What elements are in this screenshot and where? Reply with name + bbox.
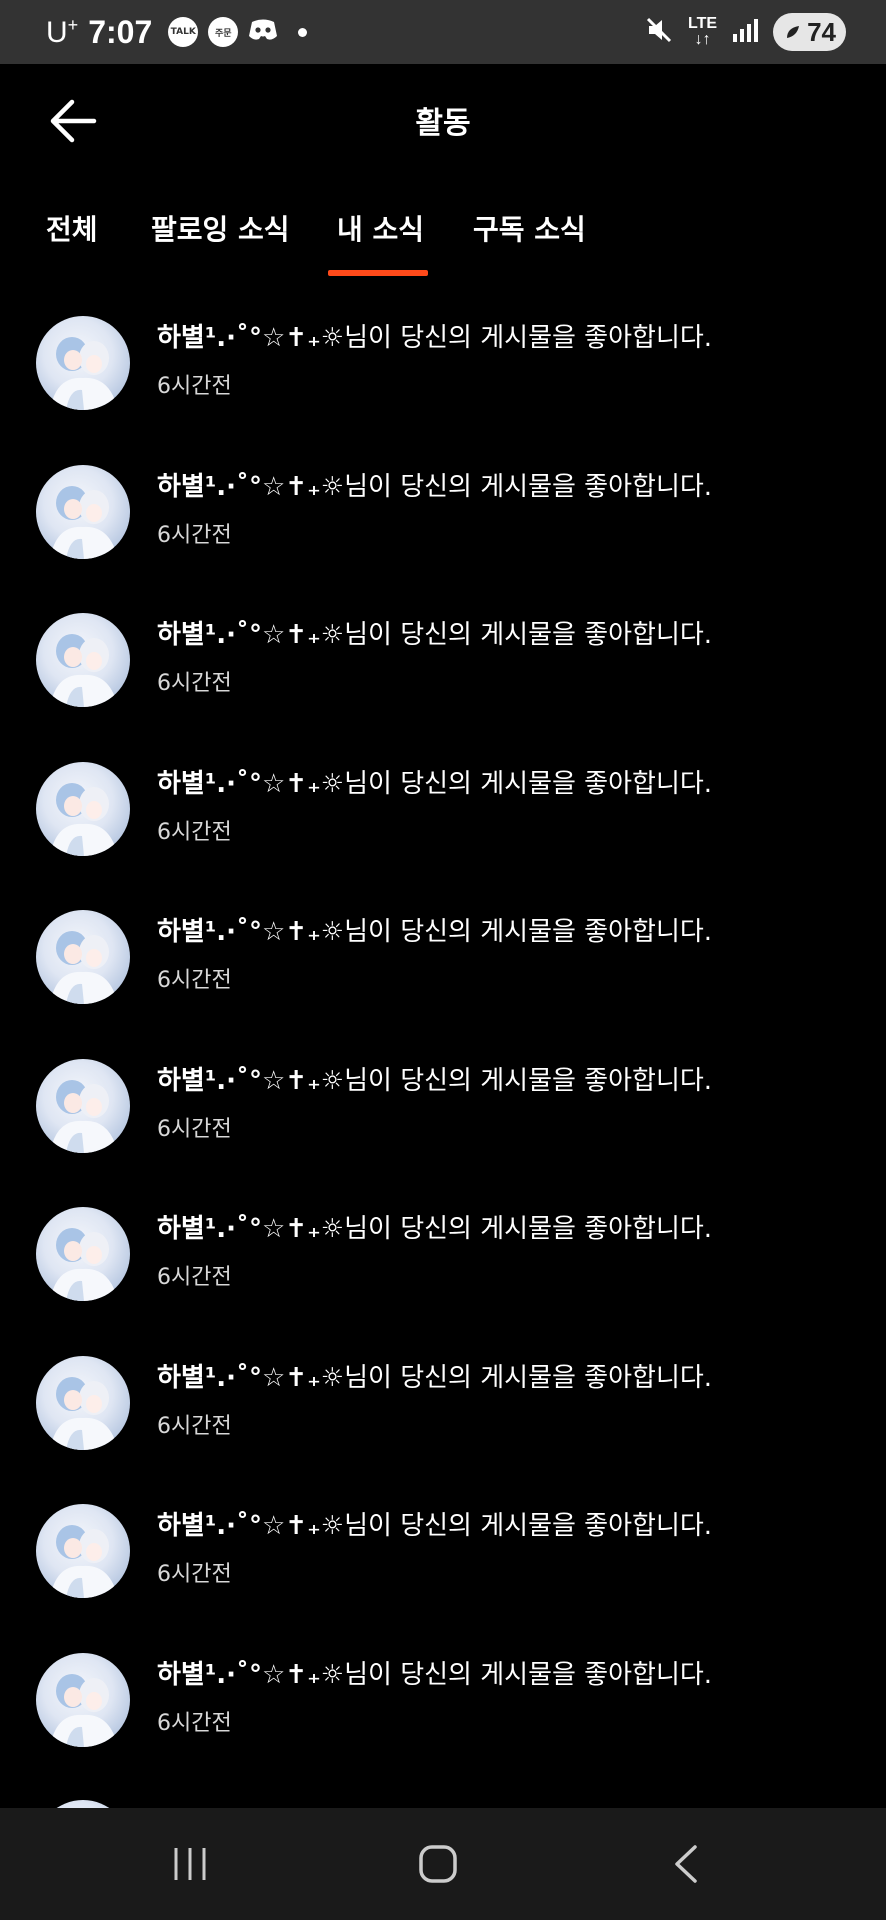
timestamp: 6시간전 xyxy=(157,968,232,993)
tab-my-news[interactable]: 내 소식 xyxy=(337,208,424,248)
timestamp: 6시간전 xyxy=(157,522,232,548)
app-bar: 활동 xyxy=(0,64,886,176)
avatar-image xyxy=(50,1228,118,1301)
system-back-button[interactable] xyxy=(627,1808,747,1920)
notification-text: 하별¹.·˚°☆✝₊☼님이 당신의 게시물을 좋아합니다. xyxy=(157,914,712,950)
list-item[interactable]: 하별¹.·˚°☆✝₊☼님이 당신의 게시물을 좋아합니다. 6시간전 xyxy=(0,290,886,439)
timestamp: 6시간전 xyxy=(157,1116,232,1142)
nickname[interactable]: 하별¹.·˚°☆✝₊☼ xyxy=(157,1066,344,1096)
nickname[interactable]: 하별¹.·˚°☆✝₊☼ xyxy=(157,323,344,353)
notification-text: 하별¹.·˚°☆✝₊☼님이 당신의 게시물을 좋아합니다. xyxy=(157,1657,712,1693)
activity-tabs: 전체 팔로잉 소식 내 소식 구독 소식 xyxy=(0,190,886,280)
chevron-left-icon xyxy=(675,1845,697,1883)
timestamp: 6시간전 xyxy=(157,1413,232,1439)
notification-message: 님이 당신의 게시물을 좋아합니다. xyxy=(344,1065,713,1096)
active-tab-indicator xyxy=(328,270,428,276)
notification-message: 님이 당신의 게시물을 좋아합니다. xyxy=(344,917,713,947)
timestamp: 6시간전 xyxy=(157,1265,232,1290)
notification-text: 하별¹.·˚°☆✝₊☼님이 당신의 게시물을 좋아합니다. xyxy=(157,1063,712,1099)
nickname[interactable]: 하별¹.·˚°☆✝₊☼ xyxy=(157,1214,344,1244)
notification-message: 님이 당신의 게시물을 좋아합니다. xyxy=(344,1659,713,1690)
notification-text: 하별¹.·˚°☆✝₊☼님이 당신의 게시물을 좋아합니다. xyxy=(157,617,712,653)
tab-subscription-news[interactable]: 구독 소식 xyxy=(473,208,586,248)
system-nav-bar xyxy=(0,1808,886,1920)
list-item[interactable]: 하별¹.·˚°☆✝₊☼님이 당신의 게시물을 좋아합니다. 6시간전 xyxy=(0,1181,886,1330)
avatar[interactable] xyxy=(36,1504,130,1598)
more-notifications-dot xyxy=(298,27,308,37)
notification-message: 님이 당신의 게시물을 좋아합니다. xyxy=(344,768,713,799)
notification-list: 하별¹.·˚°☆✝₊☼님이 당신의 게시물을 좋아합니다. 6시간전 하별¹.·˚°… xyxy=(0,290,886,1775)
avatar[interactable] xyxy=(36,910,130,1004)
avatar-image xyxy=(50,485,118,559)
avatar-image xyxy=(50,1525,118,1598)
avatar[interactable] xyxy=(36,1355,130,1450)
timestamp: 6시간전 xyxy=(157,1562,232,1587)
discord-icon xyxy=(248,18,278,46)
avatar[interactable] xyxy=(36,464,130,559)
page-title: 활동 xyxy=(415,106,471,141)
notification-text: 하별¹.·˚°☆✝₊☼님이 당신의 게시물을 좋아합니다. xyxy=(157,1360,712,1396)
avatar-image xyxy=(50,931,118,1004)
list-item[interactable]: 하별¹.·˚°☆✝₊☼님이 당신의 게시물을 좋아합니다. 6시간전 xyxy=(0,884,886,1033)
nickname[interactable]: 하별¹.·˚°☆✝₊☼ xyxy=(157,1511,344,1541)
mute-icon xyxy=(644,15,674,49)
status-time: 7:07 xyxy=(88,13,153,50)
list-item[interactable]: 하별¹.·˚°☆✝₊☼님이 당신의 게시물을 좋아합니다. 6시간전 xyxy=(0,736,886,885)
status-bar: U+ 7:07 TALK 주문 LTE ↓↑ 74 xyxy=(0,0,886,64)
list-item[interactable]: 하별¹.·˚°☆✝₊☼님이 당신의 게시물을 좋아합니다. 6시간전 xyxy=(0,1627,886,1776)
timestamp: 6시간전 xyxy=(157,819,232,845)
signal-icon xyxy=(731,16,759,48)
tab-following-news[interactable]: 팔로잉 소식 xyxy=(151,208,290,248)
nickname[interactable]: 하별¹.·˚°☆✝₊☼ xyxy=(157,769,344,799)
notification-text: 하별¹.·˚°☆✝₊☼님이 당신의 게시물을 좋아합니다. xyxy=(157,766,712,802)
timestamp: 6시간전 xyxy=(157,671,232,696)
list-item[interactable]: 하별¹.·˚°☆✝₊☼님이 당신의 게시물을 좋아합니다. 6시간전 xyxy=(0,439,886,588)
notification-text: 하별¹.·˚°☆✝₊☼님이 당신의 게시물을 좋아합니다. xyxy=(157,469,712,505)
home-icon xyxy=(419,1845,457,1883)
avatar-image xyxy=(50,1376,118,1450)
list-item[interactable]: 하별¹.·˚°☆✝₊☼님이 당신의 게시물을 좋아합니다. 6시간전 xyxy=(0,1033,886,1182)
avatar-image xyxy=(50,782,118,856)
notification-text: 하별¹.·˚°☆✝₊☼님이 당신의 게시물을 좋아합니다. xyxy=(157,320,712,356)
battery-indicator: 74 xyxy=(773,13,846,51)
avatar[interactable] xyxy=(36,1058,130,1153)
avatar-image xyxy=(50,634,118,707)
avatar-image xyxy=(50,1673,118,1747)
notification-message: 님이 당신의 게시물을 좋아합니다. xyxy=(344,1511,713,1541)
tab-all[interactable]: 전체 xyxy=(46,208,98,248)
carrier-label: U+ xyxy=(46,14,79,49)
nickname[interactable]: 하별¹.·˚°☆✝₊☼ xyxy=(157,917,344,947)
nickname[interactable]: 하별¹.·˚°☆✝₊☼ xyxy=(157,472,344,502)
notification-message: 님이 당신의 게시물을 좋아합니다. xyxy=(344,1214,713,1244)
notification-message: 님이 당신의 게시물을 좋아합니다. xyxy=(344,471,713,502)
timestamp: 6시간전 xyxy=(157,374,232,399)
notification-message: 님이 당신의 게시물을 좋아합니다. xyxy=(344,323,713,353)
home-button[interactable] xyxy=(378,1808,498,1920)
notification-text: 하별¹.·˚°☆✝₊☼님이 당신의 게시물을 좋아합니다. xyxy=(157,1211,712,1247)
recents-button[interactable] xyxy=(130,1808,250,1920)
network-type: LTE ↓↑ xyxy=(688,15,718,48)
nickname[interactable]: 하별¹.·˚°☆✝₊☼ xyxy=(157,1363,344,1393)
nickname[interactable]: 하별¹.·˚°☆✝₊☼ xyxy=(157,1660,344,1690)
avatar[interactable] xyxy=(36,613,130,707)
avatar-image xyxy=(50,1079,118,1153)
avatar-image xyxy=(50,337,118,410)
list-item[interactable]: 하별¹.·˚°☆✝₊☼님이 당신의 게시물을 좋아합니다. 6시간전 xyxy=(0,587,886,736)
list-item[interactable]: 하별¹.·˚°☆✝₊☼님이 당신의 게시물을 좋아합니다. 6시간전 xyxy=(0,1478,886,1627)
list-item[interactable]: 하별¹.·˚°☆✝₊☼님이 당신의 게시물을 좋아합니다. 6시간전 xyxy=(0,1330,886,1479)
avatar[interactable] xyxy=(36,316,130,410)
timestamp: 6시간전 xyxy=(157,1710,232,1736)
notification-message: 님이 당신의 게시물을 좋아합니다. xyxy=(344,1362,713,1393)
nickname[interactable]: 하별¹.·˚°☆✝₊☼ xyxy=(157,620,344,650)
avatar[interactable] xyxy=(36,761,130,856)
avatar[interactable] xyxy=(36,1207,130,1301)
notification-text: 하별¹.·˚°☆✝₊☼님이 당신의 게시물을 좋아합니다. xyxy=(157,1508,712,1544)
recents-icon xyxy=(174,1848,206,1880)
charging-icon xyxy=(787,26,800,38)
kakaotalk-notification-icon: TALK xyxy=(168,17,199,47)
order-notification-icon: 주문 xyxy=(208,17,239,47)
notification-message: 님이 당신의 게시물을 좋아합니다. xyxy=(344,620,713,650)
avatar[interactable] xyxy=(36,1652,130,1747)
